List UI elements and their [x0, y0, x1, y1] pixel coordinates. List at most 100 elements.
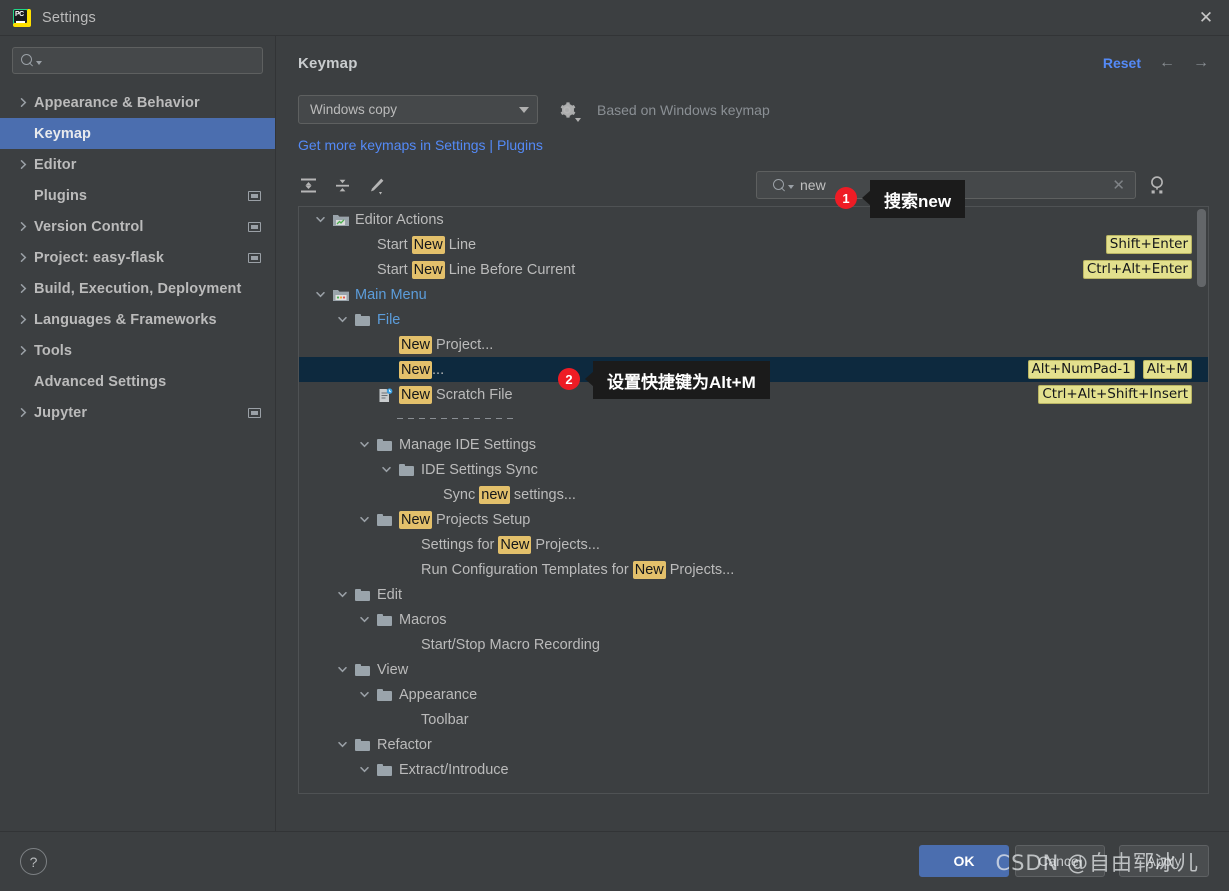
chevron-right-icon[interactable]: [18, 221, 31, 232]
chevron-down-icon[interactable]: [335, 588, 349, 602]
sidebar-item-editor[interactable]: Editor: [0, 149, 275, 180]
tree-row-text: Editor Actions: [355, 211, 444, 228]
sidebar-item-advanced-settings[interactable]: Advanced Settings: [0, 366, 275, 397]
sidebar-item-version-control[interactable]: Version Control: [0, 211, 275, 242]
annotation-tooltip-1: 搜索new: [870, 180, 966, 218]
chevron-right-icon[interactable]: [18, 283, 31, 294]
sidebar-item-jupyter[interactable]: Jupyter: [0, 397, 275, 428]
sidebar-item-project-easy-flask[interactable]: Project: easy-flask: [0, 242, 275, 273]
tree-row-view[interactable]: View: [299, 657, 1208, 682]
edit-pencil-icon[interactable]: [366, 175, 387, 196]
tree-row-settings-for-new-projects[interactable]: Settings for New Projects...: [299, 532, 1208, 557]
sidebar-item-label: Appearance & Behavior: [34, 94, 200, 111]
cancel-button[interactable]: Cancel: [1015, 845, 1105, 877]
tree-row-macros[interactable]: Macros: [299, 607, 1208, 632]
tree-row-refactor[interactable]: Refactor: [299, 732, 1208, 757]
chevron-down-icon[interactable]: [357, 763, 371, 777]
tree-row-start-stop-macro-recording[interactable]: Start/Stop Macro Recording: [299, 632, 1208, 657]
tree-row-start-new-line-before-current[interactable]: Start New Line Before Current Ctrl+Alt+En…: [299, 257, 1208, 282]
tree-row-text: Settings for: [421, 536, 499, 553]
shortcut-list: Alt+NumPad-1 Alt+M: [1027, 360, 1192, 379]
project-scope-icon: [248, 407, 261, 418]
sidebar-item-list: Appearance & Behavior Keymap Editor Plugins…: [0, 87, 275, 428]
sidebar-item-plugins[interactable]: Plugins: [0, 180, 275, 211]
chevron-right-icon[interactable]: [18, 159, 31, 170]
chevron-down-icon[interactable]: [335, 738, 349, 752]
chevron-down-icon[interactable]: [357, 438, 371, 452]
project-scope-icon: [248, 190, 261, 201]
tree-row-run-configuration-templates[interactable]: Run Configuration Templates for New Proj…: [299, 557, 1208, 582]
sidebar-item-label: Build, Execution, Deployment: [34, 280, 242, 297]
search-match-highlight: New: [632, 560, 666, 579]
folder-icon: [377, 438, 392, 451]
chevron-down-icon: [788, 185, 794, 189]
chevron-right-icon[interactable]: [18, 407, 31, 418]
help-button[interactable]: ?: [20, 848, 47, 875]
tree-row-text: Projects Setup: [432, 511, 531, 528]
sidebar-item-build-execution-deployment[interactable]: Build, Execution, Deployment: [0, 273, 275, 304]
ok-button[interactable]: OK: [919, 845, 1009, 877]
tree-row-start-new-line[interactable]: Start New Line Shift+Enter: [299, 232, 1208, 257]
back-arrow-icon[interactable]: ←: [1159, 54, 1175, 72]
close-icon[interactable]: ✕: [1183, 0, 1229, 35]
clear-search-icon[interactable]: ✕: [1112, 176, 1129, 194]
find-by-shortcut-icon[interactable]: [1146, 174, 1168, 196]
tree-row-text: Main Menu: [355, 286, 427, 303]
folder-icon: [355, 313, 370, 326]
pycharm-icon: PC: [13, 8, 31, 27]
chevron-right-icon[interactable]: [18, 345, 31, 356]
sidebar-item-languages-frameworks[interactable]: Languages & Frameworks: [0, 304, 275, 335]
forward-arrow-icon[interactable]: →: [1193, 54, 1209, 72]
sidebar-item-keymap[interactable]: Keymap: [0, 118, 275, 149]
tree-row-extract-introduce[interactable]: Extract/Introduce: [299, 757, 1208, 782]
chevron-down-icon[interactable]: [335, 663, 349, 677]
tree-row-new-project[interactable]: New Project...: [299, 332, 1208, 357]
tree-row-editor-actions[interactable]: Editor Actions: [299, 207, 1208, 232]
chevron-down-icon[interactable]: [357, 513, 371, 527]
editor-actions-icon: [333, 213, 349, 227]
search-input[interactable]: [47, 52, 262, 69]
tree-row-main-menu[interactable]: Main Menu: [299, 282, 1208, 307]
expand-all-icon[interactable]: [298, 175, 319, 196]
chevron-down-icon[interactable]: [379, 463, 393, 477]
sidebar-item-tools[interactable]: Tools: [0, 335, 275, 366]
apply-button[interactable]: Apply: [1119, 845, 1209, 877]
tree-row-appearance[interactable]: Appearance: [299, 682, 1208, 707]
keymap-dropdown-value: Windows copy: [310, 102, 398, 117]
folder-icon: [355, 738, 370, 751]
chevron-right-icon[interactable]: [18, 314, 31, 325]
reset-link[interactable]: Reset: [1103, 55, 1141, 71]
tree-row-sync-new-settings[interactable]: Sync new settings...: [299, 482, 1208, 507]
tree-row-label: Toolbar: [421, 712, 469, 728]
tree-row-toolbar[interactable]: Toolbar: [299, 707, 1208, 732]
chevron-right-icon[interactable]: [18, 97, 31, 108]
project-scope-icon: [248, 252, 261, 263]
keymap-dropdown[interactable]: Windows copy: [298, 95, 538, 124]
collapse-all-icon[interactable]: [332, 175, 353, 196]
chevron-right-icon[interactable]: [18, 252, 31, 263]
tree-row-text: Sync: [443, 486, 480, 503]
keymap-tree[interactable]: Editor Actions Start New Line Shift+Enter S…: [298, 206, 1209, 794]
sidebar-search[interactable]: [12, 47, 263, 74]
title-bar: PC Settings ✕: [0, 0, 1229, 36]
chevron-down-icon[interactable]: [313, 288, 327, 302]
tree-row-manage-ide-settings[interactable]: Manage IDE Settings: [299, 432, 1208, 457]
tree-row-new-projects-setup[interactable]: New Projects Setup: [299, 507, 1208, 532]
tree-row-file[interactable]: File: [299, 307, 1208, 332]
tree-row-text: Edit: [377, 586, 402, 603]
tree-row-label: Edit: [377, 587, 402, 603]
chevron-down-icon[interactable]: [357, 613, 371, 627]
get-more-keymaps-link[interactable]: Get more keymaps in Settings | Plugins: [298, 137, 1209, 153]
sidebar-item-label: Project: easy-flask: [34, 249, 165, 266]
chevron-down-icon[interactable]: [335, 313, 349, 327]
tree-row-text: Extract/Introduce: [399, 761, 509, 778]
tree-row-ide-settings-sync[interactable]: IDE Settings Sync: [299, 457, 1208, 482]
sidebar-item-appearance-behavior[interactable]: Appearance & Behavior: [0, 87, 275, 118]
chevron-down-icon[interactable]: [313, 213, 327, 227]
tree-row-edit[interactable]: Edit: [299, 582, 1208, 607]
tree-scrollbar[interactable]: [1197, 209, 1206, 287]
shortcut-list: Ctrl+Alt+Shift+Insert: [1038, 385, 1192, 404]
annotation-tooltip-2: 设置快捷键为Alt+M: [593, 361, 770, 399]
chevron-down-icon[interactable]: [357, 688, 371, 702]
gear-icon[interactable]: [557, 100, 581, 122]
